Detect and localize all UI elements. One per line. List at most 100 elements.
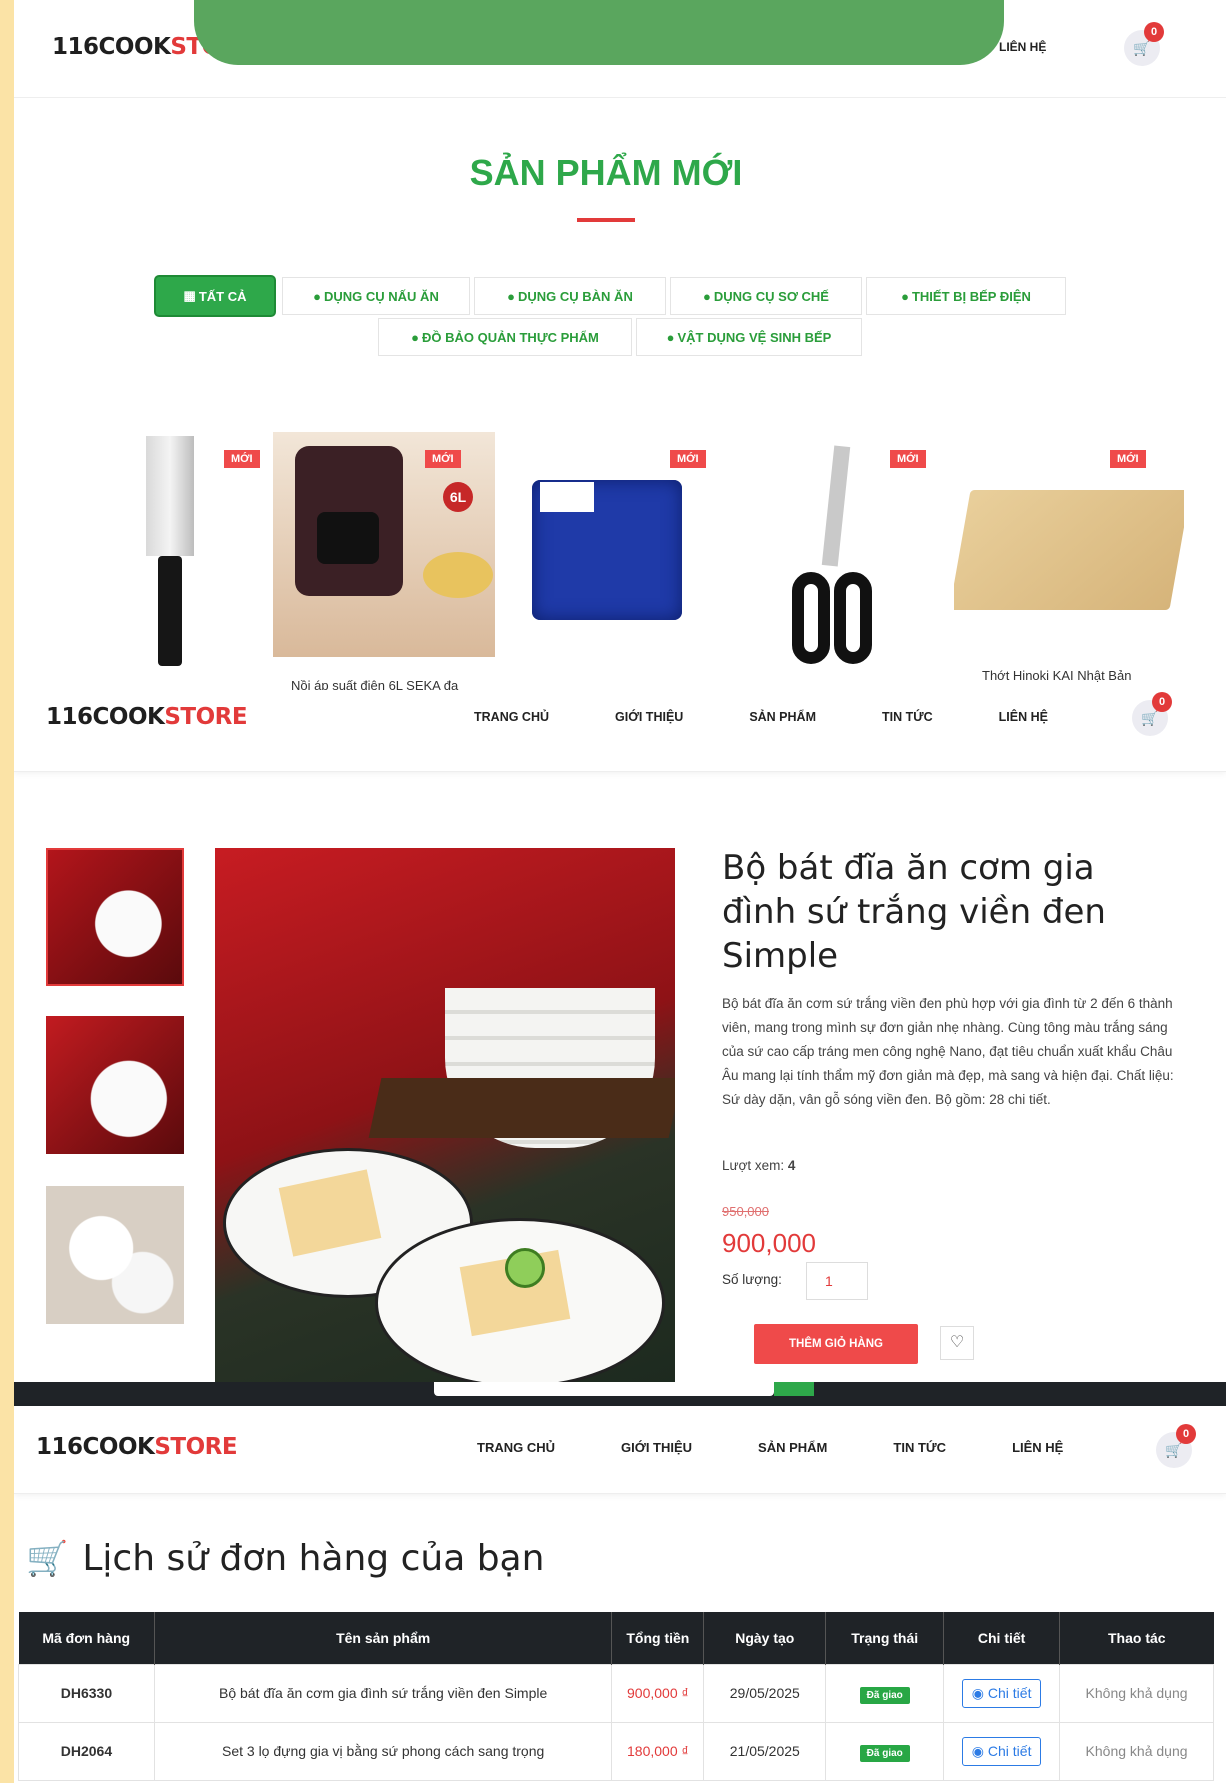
tab-all[interactable]: ▦ TẤT CẢ — [156, 277, 274, 315]
brand-part1: 116COOK — [46, 704, 165, 730]
cucumber — [505, 1248, 545, 1288]
detail-label: Chi tiết — [987, 1684, 1032, 1701]
tab-tableware[interactable]: ● DỤNG CỤ BÀN ĂN — [474, 277, 666, 315]
nav-about[interactable]: GIỚI THIỆU — [615, 710, 683, 724]
cart-history-icon: 🛒 — [26, 1539, 69, 1578]
detail-button[interactable]: ◉ Chi tiết — [961, 1736, 1042, 1766]
nav-news[interactable]: TIN TỨC — [893, 1440, 946, 1455]
cart-icon: 🛒 — [1141, 709, 1159, 726]
order-date: 21/05/2025 — [703, 1721, 827, 1781]
eye-icon: ◉ — [971, 1684, 984, 1701]
nav-products[interactable]: SẢN PHẨM — [749, 710, 816, 724]
cart-count: 0 — [1176, 1424, 1196, 1444]
tab-label: DỤNG CỤ BÀN ĂN — [518, 288, 633, 304]
knife-image — [146, 436, 194, 556]
nav-products[interactable]: SẢN PHẨM — [758, 1440, 827, 1455]
cart-count: 0 — [1144, 22, 1164, 42]
quantity-input[interactable]: 1 — [806, 1262, 868, 1300]
towel-label — [540, 482, 594, 512]
order-detail-cell: ◉ Chi tiết — [943, 1663, 1061, 1723]
product-description: Bộ bát đĩa ăn cơm sứ trắng viền đen phù … — [722, 996, 1174, 1107]
nav-about[interactable]: GIỚI THIỆU — [621, 1440, 692, 1455]
scissors-handle-left — [792, 572, 830, 664]
product-card-scissors[interactable]: MỚI — [730, 432, 946, 690]
search-bar-partial[interactable] — [434, 1382, 774, 1396]
brand-logo[interactable]: 116COOKSTORE — [36, 1434, 238, 1460]
order-action: Không khả dụng — [1059, 1663, 1214, 1723]
status-badge: Đã giao — [859, 1687, 910, 1704]
price: 900,000 — [722, 1228, 816, 1258]
tab-storage[interactable]: ● ĐỒ BẢO QUẢN THỰC PHẨM — [378, 318, 632, 356]
new-badge: MỚI — [1110, 450, 1146, 468]
nav-contact[interactable]: LIÊN HỆ — [999, 40, 1046, 54]
nav-contact[interactable]: LIÊN HỆ — [1012, 1440, 1063, 1455]
tag-icon: ● — [666, 329, 675, 345]
order-action: Không khả dụng — [1059, 1721, 1214, 1781]
tab-cleaning[interactable]: ● VẬT DỤNG VỆ SINH BẾP — [636, 318, 862, 356]
heart-icon: ♡ — [949, 1334, 965, 1351]
col-date: Ngày tạo — [703, 1612, 827, 1664]
detail-button[interactable]: ◉ Chi tiết — [961, 1678, 1042, 1708]
orders-table: Mã đơn hàng Tên sản phẩm Tổng tiền Ngày … — [18, 1612, 1214, 1781]
tab-label: TẤT CẢ — [198, 288, 247, 304]
scissors-blade — [821, 445, 851, 567]
tag-icon: ● — [703, 288, 711, 304]
cart-button[interactable]: 🛒 0 — [1132, 692, 1172, 736]
order-status-cell: Đã giao — [825, 1663, 945, 1723]
thumbnail-3[interactable] — [46, 1186, 184, 1324]
new-badge: MỚI — [890, 450, 926, 468]
nav-contact-link[interactable]: LIÊN HỆ — [999, 40, 1046, 54]
cart-button[interactable]: 🛒 0 — [1156, 1424, 1196, 1468]
main-nav: TRANG CHỦ GIỚI THIỆU SẢN PHẨM TIN TỨC LI… — [474, 710, 1048, 724]
header: 116COOKSTORE TRANG CHỦ GIỚI THIỆU SẢN PH… — [14, 1406, 1226, 1494]
tab-prep[interactable]: ● DỤNG CỤ SƠ CHẾ — [670, 277, 862, 315]
product-name[interactable]: Thớt Hinoki KAI Nhật Bản — [982, 668, 1131, 683]
add-to-cart-button[interactable]: THÊM GIỎ HÀNG — [754, 1324, 918, 1364]
product-card-knife[interactable]: MỚI — [128, 432, 268, 690]
main-product-image — [215, 848, 675, 1382]
food-bowl — [423, 552, 493, 598]
col-product-name: Tên sản phẩm — [154, 1612, 613, 1664]
thumbnail-2[interactable] — [46, 1016, 184, 1154]
nav-home[interactable]: TRANG CHỦ — [477, 1440, 555, 1455]
brand-logo[interactable]: 116COOKSTORE — [46, 704, 248, 730]
cart-icon: 🛒 — [1133, 39, 1151, 56]
nav-contact[interactable]: LIÊN HỆ — [999, 710, 1048, 724]
orders-title: Lịch sử đơn hàng của bạn — [82, 1538, 545, 1579]
scissors-handle-right — [834, 572, 872, 664]
order-status-cell: Đã giao — [825, 1721, 945, 1781]
cart-button[interactable]: 🛒 0 — [1124, 22, 1164, 66]
thumbnail-1[interactable] — [46, 848, 184, 986]
tag-icon: ● — [411, 329, 419, 345]
product-name[interactable]: Nồi áp suất điện 6L SEKA đa — [291, 678, 458, 690]
status-badge: Đã giao — [859, 1745, 910, 1762]
nav-news[interactable]: TIN TỨC — [882, 710, 933, 724]
product-card-cooker[interactable]: 6L MỚI Nồi áp suất điện 6L SEKA đa — [273, 432, 495, 690]
search-button-partial[interactable] — [774, 1382, 814, 1396]
eye-icon: ◉ — [971, 1742, 984, 1759]
order-total: 900,000 ₫ — [611, 1663, 705, 1723]
order-id: DH6330 — [18, 1663, 155, 1723]
board-image — [954, 490, 1184, 610]
brand-part2: STORE — [164, 704, 248, 730]
table-row: DH2064 Set 3 lọ đựng gia vị bằng sứ phon… — [18, 1721, 1214, 1781]
tag-icon: ● — [901, 288, 909, 304]
main-nav: TRANG CHỦ GIỚI THIỆU SẢN PHẨM TIN TỨC LI… — [477, 1440, 1063, 1455]
tab-label: DỤNG CỤ SƠ CHẾ — [713, 288, 829, 304]
tab-cooking[interactable]: ● DỤNG CỤ NẤU ĂN — [282, 277, 470, 315]
orders-heading: 🛒 Lịch sử đơn hàng của bạn — [26, 1538, 544, 1579]
detail-label: Chi tiết — [987, 1742, 1032, 1759]
col-detail: Chi tiết — [943, 1612, 1061, 1664]
product-card-towel[interactable]: MỚI — [504, 432, 720, 690]
tab-electric[interactable]: ● THIẾT BỊ BẾP ĐIỆN — [866, 277, 1066, 315]
tag-icon: ● — [507, 288, 515, 304]
brand-part1: 116COOK — [36, 1434, 155, 1460]
tag-icon: ● — [313, 288, 321, 304]
tab-label: THIẾT BỊ BẾP ĐIỆN — [911, 288, 1031, 304]
nav-home[interactable]: TRANG CHỦ — [474, 710, 549, 724]
section-title: SẢN PHẨM MỚI — [469, 152, 743, 193]
order-date: 29/05/2025 — [703, 1663, 827, 1723]
product-card-board[interactable]: MỚI Thớt Hinoki KAI Nhật Bản — [954, 432, 1184, 690]
wishlist-button[interactable]: ♡ — [940, 1326, 974, 1360]
new-badge: MỚI — [224, 450, 260, 468]
